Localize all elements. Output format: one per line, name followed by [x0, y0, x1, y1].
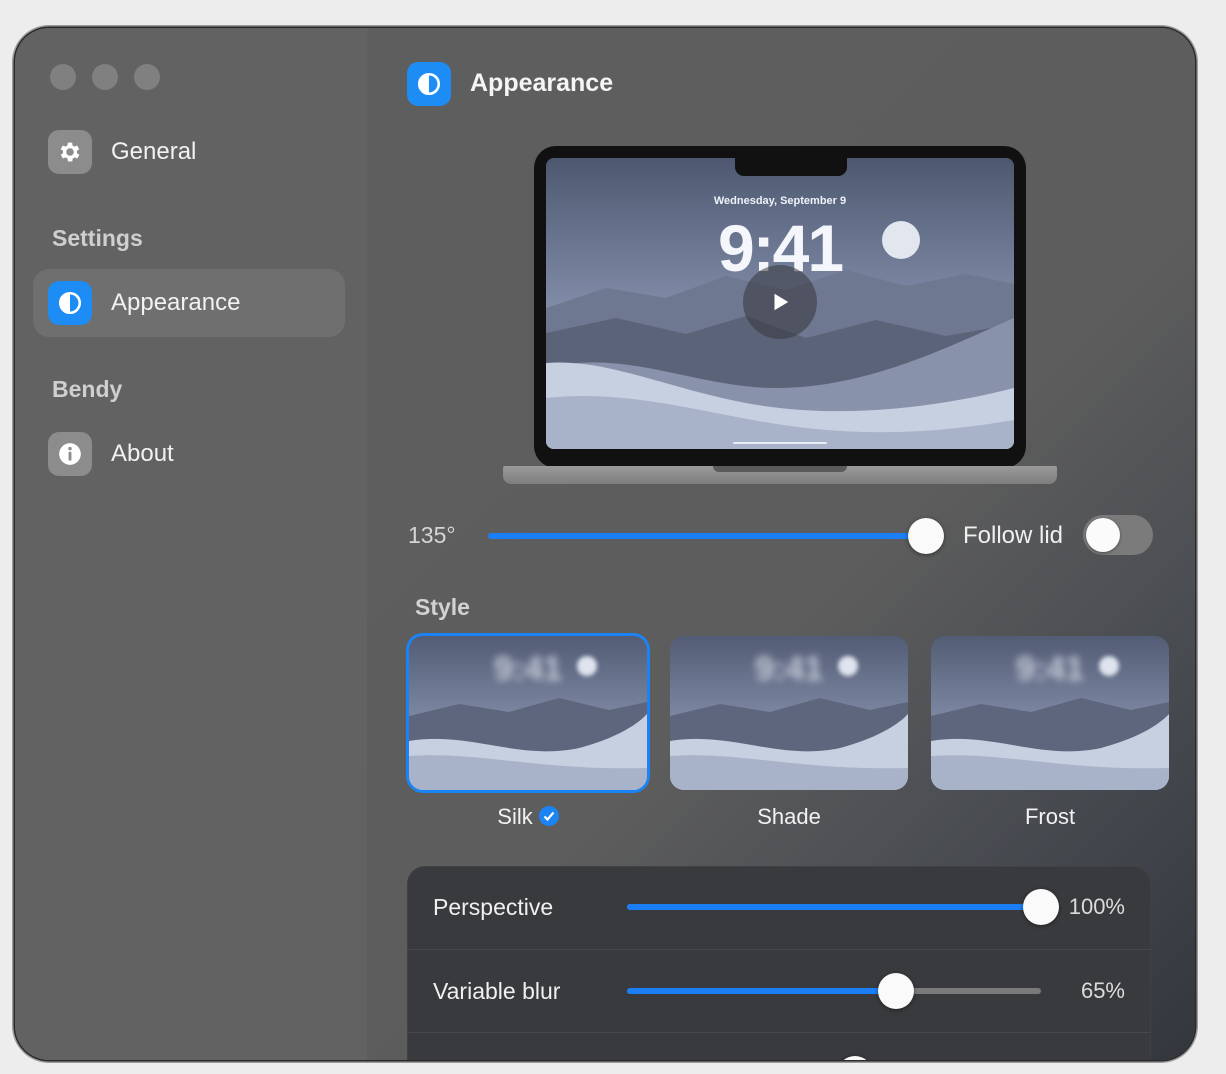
slider-fill — [488, 533, 927, 539]
app-window: General Settings Appearance Bendy About … — [15, 28, 1195, 1060]
slider-knob[interactable] — [836, 1056, 873, 1060]
setting-label: Variable blur — [433, 978, 561, 1004]
style-option-label: Shade — [757, 804, 821, 829]
checkmark-icon — [538, 806, 559, 827]
slider-knob[interactable] — [1023, 889, 1059, 925]
slider-knob[interactable] — [878, 973, 915, 1009]
perspective-slider[interactable] — [627, 889, 1059, 925]
camera-notch — [735, 158, 847, 176]
style-settings-panel: Perspective 100% Variable blur 65% — [407, 866, 1151, 1060]
window-controls — [50, 64, 160, 90]
home-indicator — [733, 442, 827, 444]
close-button[interactable] — [50, 64, 76, 90]
laptop-preview: Wednesday, September 9 9:41 — [503, 146, 1057, 484]
style-option-label: Frost — [1024, 804, 1076, 829]
thumbnail-time: 9:41 — [493, 650, 563, 688]
gear-icon — [48, 130, 92, 174]
sidebar-item-label: Appearance — [111, 289, 241, 316]
laptop-lid: Wednesday, September 9 9:41 — [534, 146, 1026, 468]
moon-icon — [838, 656, 858, 676]
style-option-shade[interactable]: 9:41 — [670, 636, 908, 790]
play-button[interactable] — [743, 265, 817, 339]
style-name-silk: Silk — [497, 804, 533, 829]
thumbnail-time: 9:41 — [754, 650, 824, 688]
style-option-frost[interactable]: 9:41 — [931, 636, 1169, 790]
laptop-base — [503, 466, 1057, 484]
contrast-icon — [407, 62, 451, 106]
thumbnail-time: 9:41 — [1015, 650, 1085, 688]
content-pane: Appearance Wednesday, September 9 9:41 1… — [367, 28, 1195, 1060]
contrast-icon — [48, 281, 92, 325]
slider-fill — [627, 988, 897, 994]
lid-angle-slider[interactable] — [488, 518, 945, 554]
slider-knob[interactable] — [908, 518, 945, 554]
lock-screen-date: Wednesday, September 9 — [713, 195, 847, 207]
toggle-knob — [1086, 518, 1120, 552]
setting-value: 100% — [1068, 894, 1125, 919]
style-option-label: Silk — [409, 804, 647, 830]
minimize-button[interactable] — [92, 64, 118, 90]
section-header-bendy: Bendy — [52, 376, 123, 402]
setting-row-next — [407, 1032, 1151, 1060]
follow-lid-label: Follow lid — [963, 522, 1064, 549]
sidebar: General Settings Appearance Bendy About — [15, 28, 367, 1060]
setting-row-variable-blur: Variable blur 65% — [407, 949, 1151, 1032]
page-title: Appearance — [470, 69, 614, 97]
section-header-settings: Settings — [52, 225, 143, 251]
follow-lid-toggle[interactable] — [1083, 515, 1153, 555]
info-icon — [48, 432, 92, 476]
moon-icon — [577, 656, 597, 676]
moon-icon — [1099, 656, 1119, 676]
setting-value: 65% — [1080, 978, 1125, 1003]
slider-fill — [627, 904, 1041, 910]
moon-icon — [882, 221, 920, 259]
zoom-button[interactable] — [134, 64, 160, 90]
setting-label: Perspective — [433, 894, 554, 920]
lid-angle-value: 135° — [408, 522, 456, 548]
base-notch — [713, 466, 847, 472]
sidebar-item-label: About — [111, 440, 174, 467]
sidebar-item-about[interactable]: About — [33, 420, 345, 488]
style-option-silk[interactable]: 9:41 — [409, 636, 647, 790]
variable-blur-slider[interactable] — [627, 973, 1041, 1009]
sidebar-item-label: General — [111, 138, 197, 165]
sidebar-item-general[interactable]: General — [33, 118, 345, 186]
sidebar-item-appearance[interactable]: Appearance — [33, 269, 345, 337]
play-icon — [774, 293, 789, 311]
style-section-label: Style — [415, 594, 470, 620]
preview-screen: Wednesday, September 9 9:41 — [546, 158, 1014, 449]
setting-row-perspective: Perspective 100% — [407, 866, 1151, 948]
